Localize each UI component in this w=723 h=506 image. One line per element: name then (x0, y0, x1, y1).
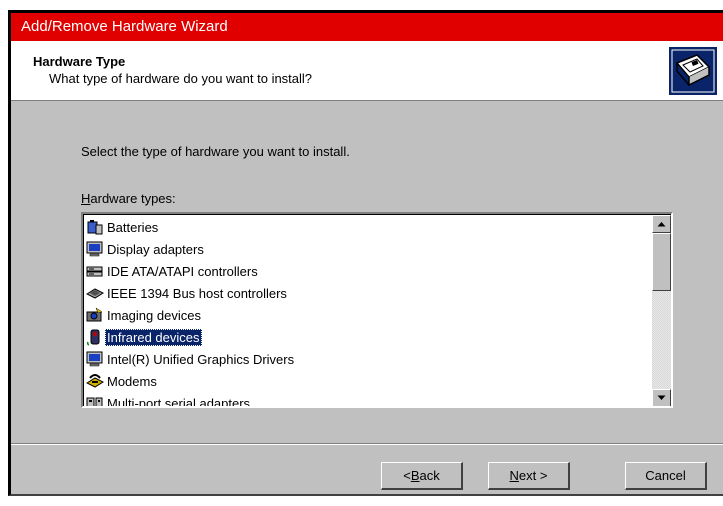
next-button[interactable]: Next > (488, 462, 570, 490)
list-item-label: Batteries (107, 219, 159, 235)
list-item-ieee-1394[interactable]: IEEE 1394 Bus host controllers (86, 282, 289, 304)
scroll-up-button[interactable] (652, 215, 671, 233)
hardware-types-list[interactable]: Batteries Display adapters IDE ATA/ATAPI… (81, 212, 673, 408)
scroll-thumb[interactable] (652, 233, 671, 291)
list-item-label: Display adapters (107, 241, 204, 257)
camera-icon (86, 307, 103, 322)
list-item-intel-graphics[interactable]: Intel(R) Unified Graphics Drivers (86, 348, 296, 370)
list-item-label: IDE ATA/ATAPI controllers (107, 263, 258, 279)
bus-controller-icon (86, 288, 104, 299)
cancel-button[interactable]: Cancel (625, 462, 707, 490)
wizard-header: Hardware Type What type of hardware do y… (11, 41, 723, 101)
monitor-icon (86, 241, 103, 257)
list-item-label: Imaging devices (107, 307, 201, 323)
serial-adapter-icon (86, 397, 103, 406)
list-viewport: Batteries Display adapters IDE ATA/ATAPI… (83, 214, 654, 406)
list-item-label: Modems (107, 373, 157, 389)
instruction-text: Select the type of hardware you want to … (81, 144, 350, 159)
monitor-icon (86, 351, 103, 367)
list-item-modems[interactable]: Modems (86, 370, 159, 392)
list-item-label: Multi-port serial adapters (107, 395, 251, 407)
title-bar[interactable]: Add/Remove Hardware Wizard (11, 13, 723, 41)
infrared-icon (86, 329, 100, 346)
list-scrollbar[interactable] (652, 214, 671, 406)
footer-divider (11, 443, 723, 445)
hardware-types-label: Hardware types: (81, 191, 176, 206)
wizard-window: Add/Remove Hardware Wizard Hardware Type… (8, 10, 723, 496)
list-item-imaging-devices[interactable]: Imaging devices (86, 304, 203, 326)
hardware-wizard-icon (669, 47, 717, 95)
page-title: Hardware Type (33, 54, 126, 69)
list-item-ide-controllers[interactable]: IDE ATA/ATAPI controllers (86, 260, 260, 282)
arrow-up-icon (657, 222, 666, 227)
window-title: Add/Remove Hardware Wizard (21, 18, 228, 35)
list-item-infrared-devices[interactable]: Infrared devices (86, 326, 202, 348)
drive-icon (86, 266, 103, 277)
list-item-multiport-serial[interactable]: Multi-port serial adapters (86, 392, 252, 406)
modem-icon (86, 374, 104, 388)
list-item-label: Intel(R) Unified Graphics Drivers (107, 351, 295, 367)
list-item-label: Infrared devices (105, 328, 202, 346)
list-item-label: IEEE 1394 Bus host controllers (107, 285, 287, 301)
page-subtitle: What type of hardware do you want to ins… (49, 71, 313, 86)
list-item-batteries[interactable]: Batteries (86, 216, 160, 238)
battery-icon (87, 220, 103, 235)
scroll-down-button[interactable] (652, 389, 671, 406)
back-button[interactable]: < Back (381, 462, 463, 490)
arrow-down-icon (657, 395, 666, 400)
list-item-display-adapters[interactable]: Display adapters (86, 238, 206, 260)
